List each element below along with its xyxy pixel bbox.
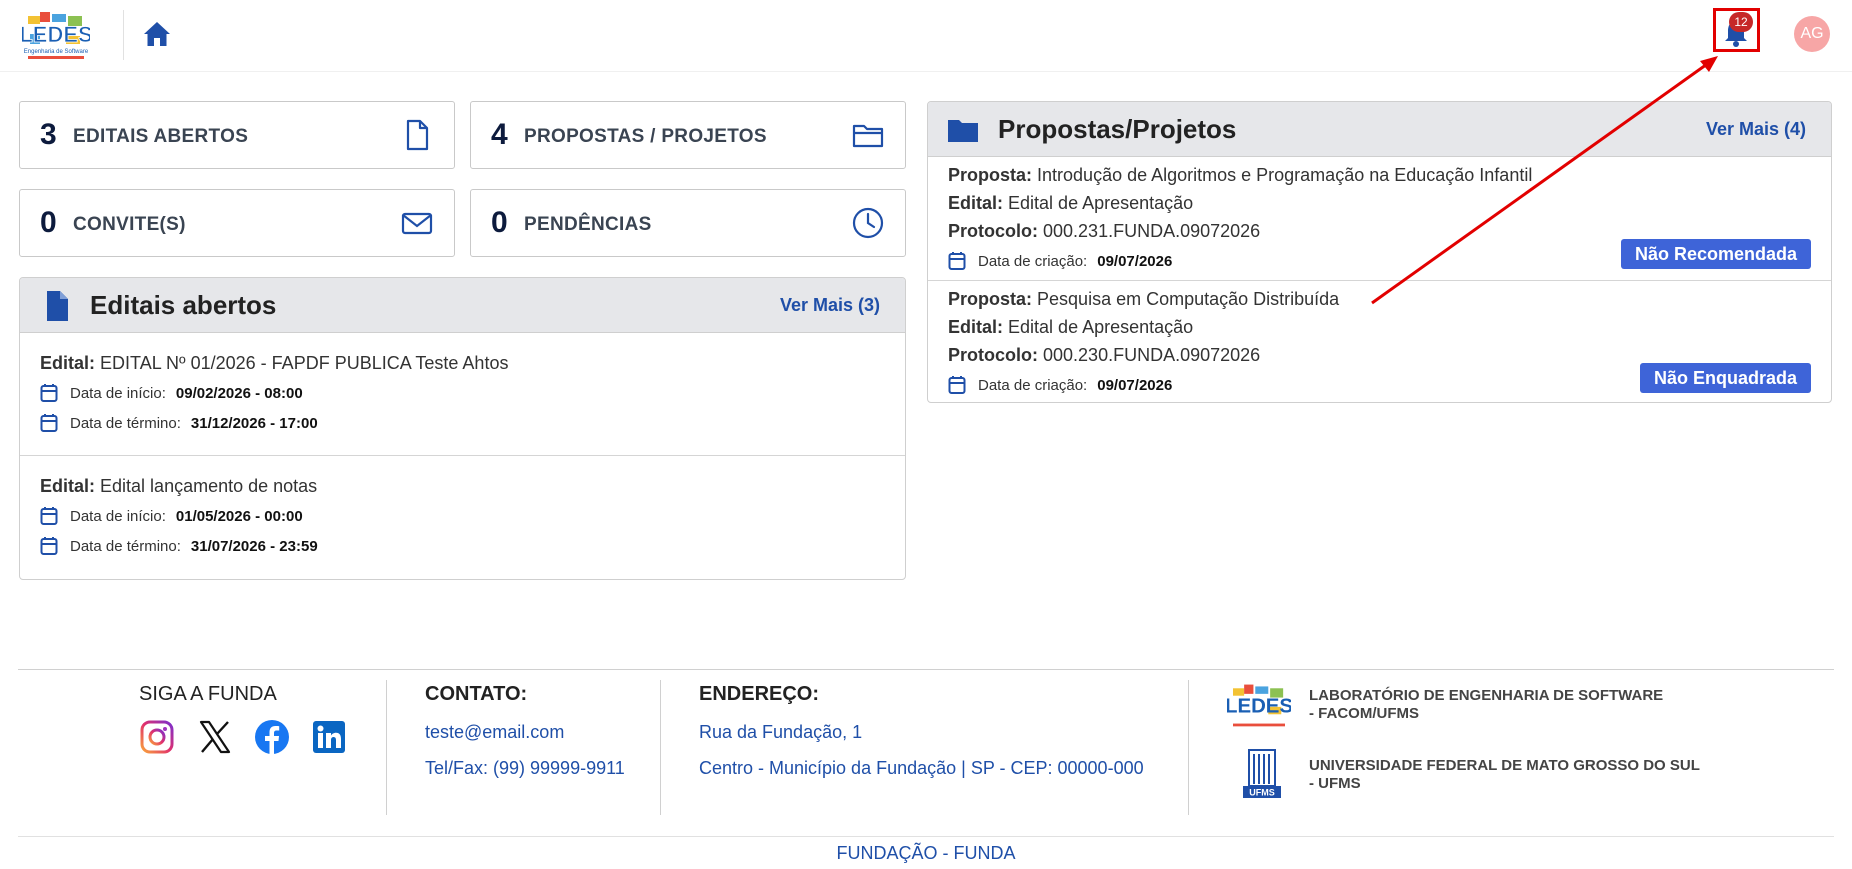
calendar-icon [40,414,58,432]
svg-text:LEDES: LEDES [1227,695,1291,717]
envelope-icon [401,212,433,235]
file-solid-icon [47,291,68,321]
proposta-item[interactable]: Proposta: Pesquisa em Computação Distrib… [928,281,1831,402]
follow-title: SIGA A FUNDA [139,683,277,705]
editais-abertos-panel: Editais abertos Ver Mais (3) Edital: EDI… [19,277,906,580]
svg-text:UFMS: UFMS [1249,788,1275,798]
header-divider [123,10,124,60]
ledes-footer-logo: LEDES [1227,684,1291,727]
contact-title: CONTATO: [425,683,528,705]
stat-count: 4 [491,118,508,151]
facebook-icon[interactable] [254,719,290,755]
x-icon[interactable] [197,719,233,755]
contact-phone[interactable]: Tel/Fax: (99) 99999-9911 [425,758,625,779]
institution-label-ufms: UNIVERSIDADE FEDERAL DE MATO GROSSO DO S… [1309,757,1700,792]
address-title: ENDEREÇO: [699,683,820,705]
stat-convites[interactable]: 0 CONVITE(S) [19,189,455,257]
stat-label: EDITAIS ABERTOS [73,126,249,147]
footer-bottom-divider [18,836,1834,837]
panel-header: Editais abertos Ver Mais (3) [20,278,905,333]
edital-line: Edital: Edital de Apresentação [948,317,1194,337]
stat-propostas-projetos[interactable]: 4 PROPOSTAS / PROJETOS [470,101,906,169]
proposta-line: Proposta: Pesquisa em Computação Distrib… [948,289,1340,309]
linkedin-icon[interactable] [311,719,347,755]
protocolo-line: Protocolo: 000.231.FUNDA.09072026 [948,221,1261,241]
proposta-line: Proposta: Introdução de Algoritmos e Pro… [948,165,1533,185]
highlight-box [1713,8,1760,52]
calendar-icon [948,376,966,394]
edital-item[interactable]: Edital: EDITAL Nº 01/2026 - FAPDF PUBLIC… [20,333,905,456]
home-icon[interactable] [142,20,172,48]
edital-line: Edital: Edital de Apresentação [948,193,1194,213]
stat-editais-abertos[interactable]: 3 EDITAIS ABERTOS [19,101,455,169]
address-line-2[interactable]: Centro - Município da Fundação | SP - CE… [699,758,1144,779]
start-date-line: Data de início: 09/02/2026 - 08:00 [40,383,303,403]
file-icon [406,119,429,151]
edital-line: Edital: Edital lançamento de notas [40,476,318,496]
creation-date-line: Data de criação: 09/07/2026 [948,375,1172,395]
institution-label-ledes: LABORATÓRIO DE ENGENHARIA DE SOFTWARE - … [1309,687,1664,722]
protocolo-line: Protocolo: 000.230.FUNDA.09072026 [948,345,1261,365]
panel-title: Propostas/Projetos [998,114,1237,144]
ledes-logo[interactable]: LEDES Engenharia de Software [22,6,90,62]
top-header: LEDES Engenharia de Software 12 AG [0,0,1852,72]
calendar-icon [40,384,58,402]
footer-divider [18,669,1834,670]
end-date-line: Data de término: 31/12/2026 - 17:00 [40,413,318,433]
ver-mais-propostas-link[interactable]: Ver Mais (4) [1706,119,1806,140]
footer-column-divider [1188,680,1189,815]
stat-pendencias[interactable]: 0 PENDÊNCIAS [470,189,906,257]
ufms-logo: UFMS [1243,749,1281,798]
ver-mais-editais-link[interactable]: Ver Mais (3) [780,295,880,316]
footer-column-divider [386,680,387,815]
creation-date-line: Data de criação: 09/07/2026 [948,251,1172,271]
folder-icon [852,124,884,148]
propostas-projetos-panel: Propostas/Projetos Ver Mais (4) Proposta… [927,101,1832,403]
contact-email-link[interactable]: teste@email.com [425,722,564,743]
stat-label: PROPOSTAS / PROJETOS [524,126,767,147]
folder-solid-icon [948,120,978,142]
end-date-line: Data de término: 31/07/2026 - 23:59 [40,536,318,556]
footer-brand: FUNDAÇÃO - FUNDA [836,843,1016,863]
instagram-icon[interactable] [139,719,175,755]
clock-icon [852,207,884,239]
start-date-line: Data de início: 01/05/2026 - 00:00 [40,506,303,526]
edital-line: Edital: EDITAL Nº 01/2026 - FAPDF PUBLIC… [40,353,509,373]
calendar-icon [40,507,58,525]
calendar-icon [948,252,966,270]
address-line-1[interactable]: Rua da Fundação, 1 [699,722,862,743]
svg-text:LEDES: LEDES [22,22,90,47]
panel-title: Editais abertos [90,290,277,320]
stat-count: 3 [40,118,57,151]
stat-count: 0 [491,206,508,239]
svg-text:Engenharia de Software: Engenharia de Software [24,49,89,55]
status-badge: Não Enquadrada [1639,363,1811,393]
edital-item[interactable]: Edital: Edital lançamento de notas Data … [20,456,905,579]
user-avatar[interactable]: AG [1794,16,1830,52]
calendar-icon [40,537,58,555]
proposta-item[interactable]: Proposta: Introdução de Algoritmos e Pro… [928,157,1831,281]
status-badge: Não Recomendada [1620,239,1811,269]
footer-column-divider [660,680,661,815]
stat-label: PENDÊNCIAS [524,214,652,235]
stat-count: 0 [40,206,57,239]
stat-label: CONVITE(S) [73,214,186,235]
panel-header: Propostas/Projetos Ver Mais (4) [928,102,1831,157]
